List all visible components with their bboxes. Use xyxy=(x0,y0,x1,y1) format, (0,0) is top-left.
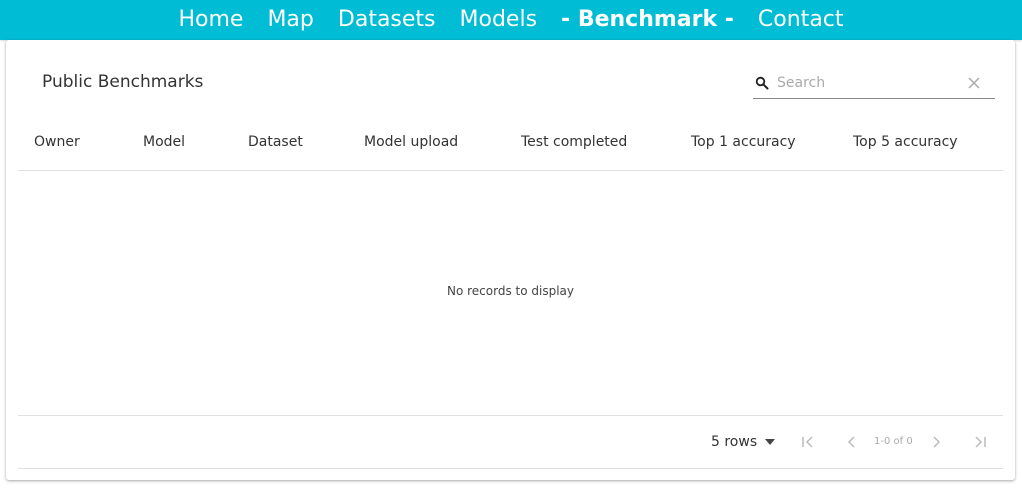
search-icon xyxy=(755,76,769,90)
rows-per-page-label: 5 rows xyxy=(711,434,758,450)
nav-datasets[interactable]: Datasets xyxy=(338,0,436,40)
empty-table-message: No records to display xyxy=(446,284,574,298)
nav-map[interactable]: Map xyxy=(267,0,313,40)
column-header-top1-accuracy[interactable]: Top 1 accuracy xyxy=(691,134,796,150)
column-header-owner[interactable]: Owner xyxy=(34,134,80,150)
next-page-icon[interactable] xyxy=(928,434,944,450)
column-header-model[interactable]: Model xyxy=(143,134,185,150)
page-info: 1-0 of 0 xyxy=(874,436,913,447)
column-header-top5-accuracy[interactable]: Top 5 accuracy xyxy=(853,134,958,150)
last-page-icon[interactable] xyxy=(972,434,988,450)
table-title: Public Benchmarks xyxy=(42,72,204,92)
divider xyxy=(18,468,1003,469)
caret-down-icon xyxy=(765,439,776,445)
rows-per-page-select[interactable]: 5 rows xyxy=(711,432,776,452)
search-input[interactable] xyxy=(777,70,967,96)
column-header-model-upload[interactable]: Model upload xyxy=(364,134,458,150)
nav-home[interactable]: Home xyxy=(178,0,243,40)
divider xyxy=(18,415,1003,416)
column-header-dataset[interactable]: Dataset xyxy=(248,134,303,150)
search-field xyxy=(753,68,995,99)
prev-page-icon[interactable] xyxy=(844,434,860,450)
nav-benchmark[interactable]: - Benchmark - xyxy=(561,0,734,40)
first-page-icon[interactable] xyxy=(800,434,816,450)
column-header-test-completed[interactable]: Test completed xyxy=(521,134,627,150)
nav-models[interactable]: Models xyxy=(460,0,538,40)
top-navbar: Home Map Datasets Models - Benchmark - C… xyxy=(0,0,1022,40)
benchmark-table-card: Public Benchmarks Owner Model Dataset Mo… xyxy=(6,40,1015,480)
table-header: Owner Model Dataset Model upload Test co… xyxy=(18,126,1003,171)
nav-contact[interactable]: Contact xyxy=(758,0,844,40)
clear-search-icon[interactable] xyxy=(967,76,981,90)
